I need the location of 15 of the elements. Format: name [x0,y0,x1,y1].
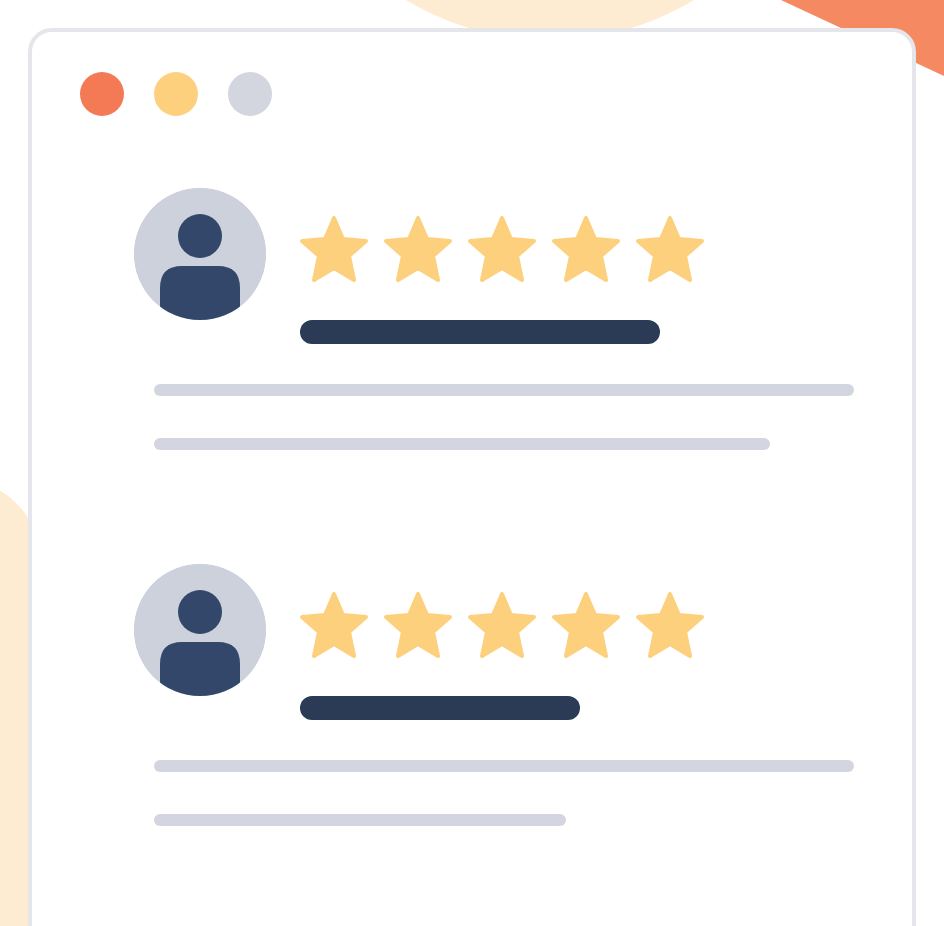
star-icon [468,592,536,658]
window-control-dot[interactable] [80,72,124,116]
star-icon [552,592,620,658]
star-icon [636,592,704,658]
avatar-icon [134,564,266,696]
star-icon [300,216,368,282]
star-icon [384,216,452,282]
star-icon [300,592,368,658]
window-control-dot[interactable] [228,72,272,116]
star-icon [384,592,452,658]
window-control-dot[interactable] [154,72,198,116]
star-icon [468,216,536,282]
star-icon [552,216,620,282]
avatar-icon [134,188,266,320]
star-icon [636,216,704,282]
